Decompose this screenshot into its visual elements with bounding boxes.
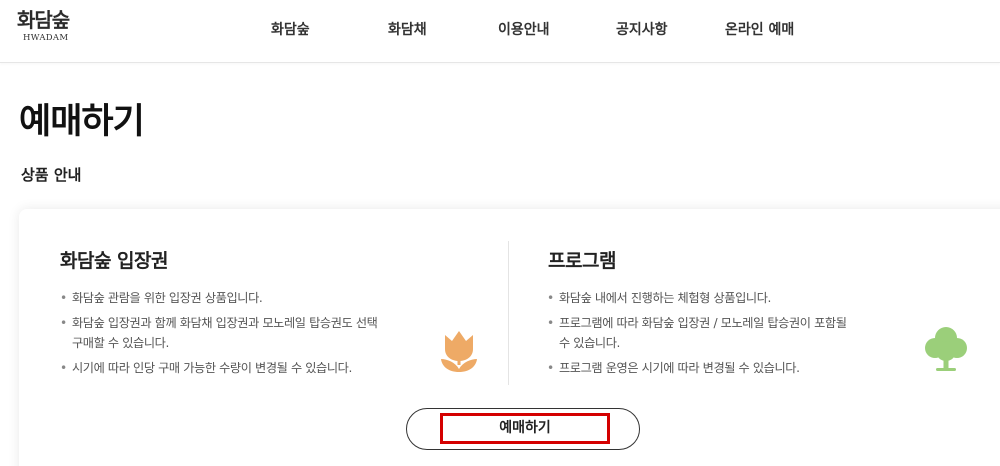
section-title: 상품 안내 xyxy=(21,166,82,184)
nav-item-notice[interactable]: 공지사항 xyxy=(616,19,668,39)
site-header: 화담숲 HWADAM 화담숲 화담채 이용안내 공지사항 온라인 예매 xyxy=(0,0,1000,63)
nav-item-hwadamchae[interactable]: 화담채 xyxy=(388,19,427,39)
list-item: • 화담숲 관람을 위한 입장권 상품입니다. xyxy=(60,291,263,305)
list-item: • 시기에 따라 인당 구매 가능한 수량이 변경될 수 있습니다. xyxy=(60,361,352,375)
bullet-text: 프로그램 운영은 시기에 따라 변경될 수 있습니다. xyxy=(559,361,800,375)
bullet-text: 프로그램에 따라 화담숲 입장권 / 모노레일 탑승권이 포함될 xyxy=(559,316,847,330)
page-title: 예매하기 xyxy=(19,102,145,142)
column-divider xyxy=(508,241,509,385)
tulip-icon xyxy=(441,331,477,372)
list-item: • 프로그램에 따라 화담숲 입장권 / 모노레일 탑승권이 포함될 xyxy=(547,316,847,330)
bullet-text: 화담숲 관람을 위한 입장권 상품입니다. xyxy=(72,291,263,305)
program-bullet-list: • 화담숲 내에서 진행하는 체험형 상품입니다. • 프로그램에 따라 화담숲 입… xyxy=(547,290,937,385)
bullet-text: 화담숲 내에서 진행하는 체험형 상품입니다. xyxy=(559,291,771,305)
list-item-continued: 구매할 수 있습니다. xyxy=(60,335,460,351)
list-item: • 화담숲 내에서 진행하는 체험형 상품입니다. xyxy=(547,291,771,305)
list-item: • 프로그램 운영은 시기에 따라 변경될 수 있습니다. xyxy=(547,361,800,375)
nav-item-online-reservation[interactable]: 온라인 예매 xyxy=(725,19,794,39)
admission-bullet-list: • 화담숲 관람을 위한 입장권 상품입니다. • 화담숲 입장권과 함께 화담채 … xyxy=(60,290,460,385)
nav-item-guide[interactable]: 이용안내 xyxy=(498,19,550,39)
tree-icon xyxy=(925,327,967,371)
bullet-text: 수 있습니다. xyxy=(559,336,621,350)
bullet-text: 화담숲 입장권과 함께 화담채 입장권과 모노레일 탑승권도 선택 xyxy=(72,316,378,330)
logo[interactable]: 화담숲 HWADAM xyxy=(17,8,87,52)
logo-text: 화담숲 xyxy=(17,8,70,32)
bullet-text: 구매할 수 있습니다. xyxy=(72,336,169,350)
list-item-continued: 수 있습니다. xyxy=(547,335,937,351)
nav-item-hwadamsup[interactable]: 화담숲 xyxy=(271,19,310,39)
list-item: • 화담숲 입장권과 함께 화담채 입장권과 모노레일 탑승권도 선택 xyxy=(60,316,378,330)
bullet-text: 시기에 따라 인당 구매 가능한 수량이 변경될 수 있습니다. xyxy=(72,361,352,375)
reserve-button-label[interactable]: 예매하기 xyxy=(440,413,610,444)
product-title-program: 프로그램 xyxy=(548,250,616,272)
logo-subtext: HWADAM xyxy=(23,33,69,43)
product-title-admission: 화담숲 입장권 xyxy=(60,250,169,272)
reserve-button[interactable]: 예매하기 xyxy=(406,408,640,450)
